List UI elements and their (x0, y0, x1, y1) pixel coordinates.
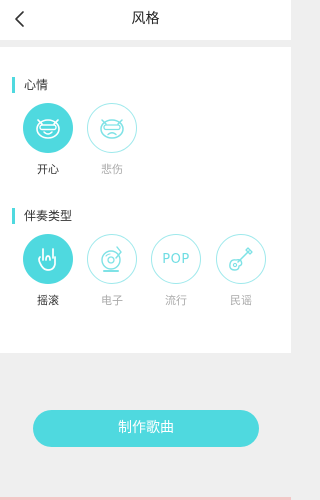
guitar-icon (229, 247, 253, 271)
sad-option-circle[interactable] (87, 103, 137, 153)
mood-option-happy[interactable]: 开心 (22, 103, 74, 177)
accompaniment-option-rock[interactable]: 摇滚 (22, 234, 74, 308)
rock-hand-icon (38, 248, 56, 271)
pop-text-icon: POP (162, 251, 190, 267)
rock-option-circle[interactable] (23, 234, 73, 284)
style-panel: 心情 开心 悲伤 伴奏类型 摇滚 电子 POP 流行 民谣 (0, 47, 291, 353)
accompaniment-section-label: 伴奏类型 (12, 208, 72, 224)
electronic-option-circle[interactable] (87, 234, 137, 284)
pop-option-circle[interactable]: POP (151, 234, 201, 284)
sad-cat-face-icon (100, 119, 124, 139)
accompaniment-option-label: 流行 (165, 294, 187, 307)
vinyl-record-icon (101, 246, 122, 272)
mood-option-sad[interactable]: 悲伤 (86, 103, 138, 177)
make-song-button[interactable]: 制作歌曲 (33, 410, 259, 447)
folk-option-circle[interactable] (216, 234, 266, 284)
page-title: 风格 (131, 11, 160, 27)
accompaniment-option-electronic[interactable]: 电子 (86, 234, 138, 308)
mood-section-label: 心情 (12, 77, 48, 93)
header-bar: 风格 (0, 0, 291, 40)
mood-option-label: 悲伤 (101, 163, 123, 176)
happy-option-circle[interactable] (23, 103, 73, 153)
accompaniment-option-label: 摇滚 (37, 294, 59, 307)
accompaniment-option-label: 电子 (101, 294, 123, 307)
accompaniment-option-pop[interactable]: POP 流行 (150, 234, 202, 308)
happy-cat-face-icon (36, 119, 60, 139)
accompaniment-option-label: 民谣 (230, 294, 252, 307)
accompaniment-option-folk[interactable]: 民谣 (215, 234, 267, 308)
mood-option-label: 开心 (37, 163, 59, 176)
